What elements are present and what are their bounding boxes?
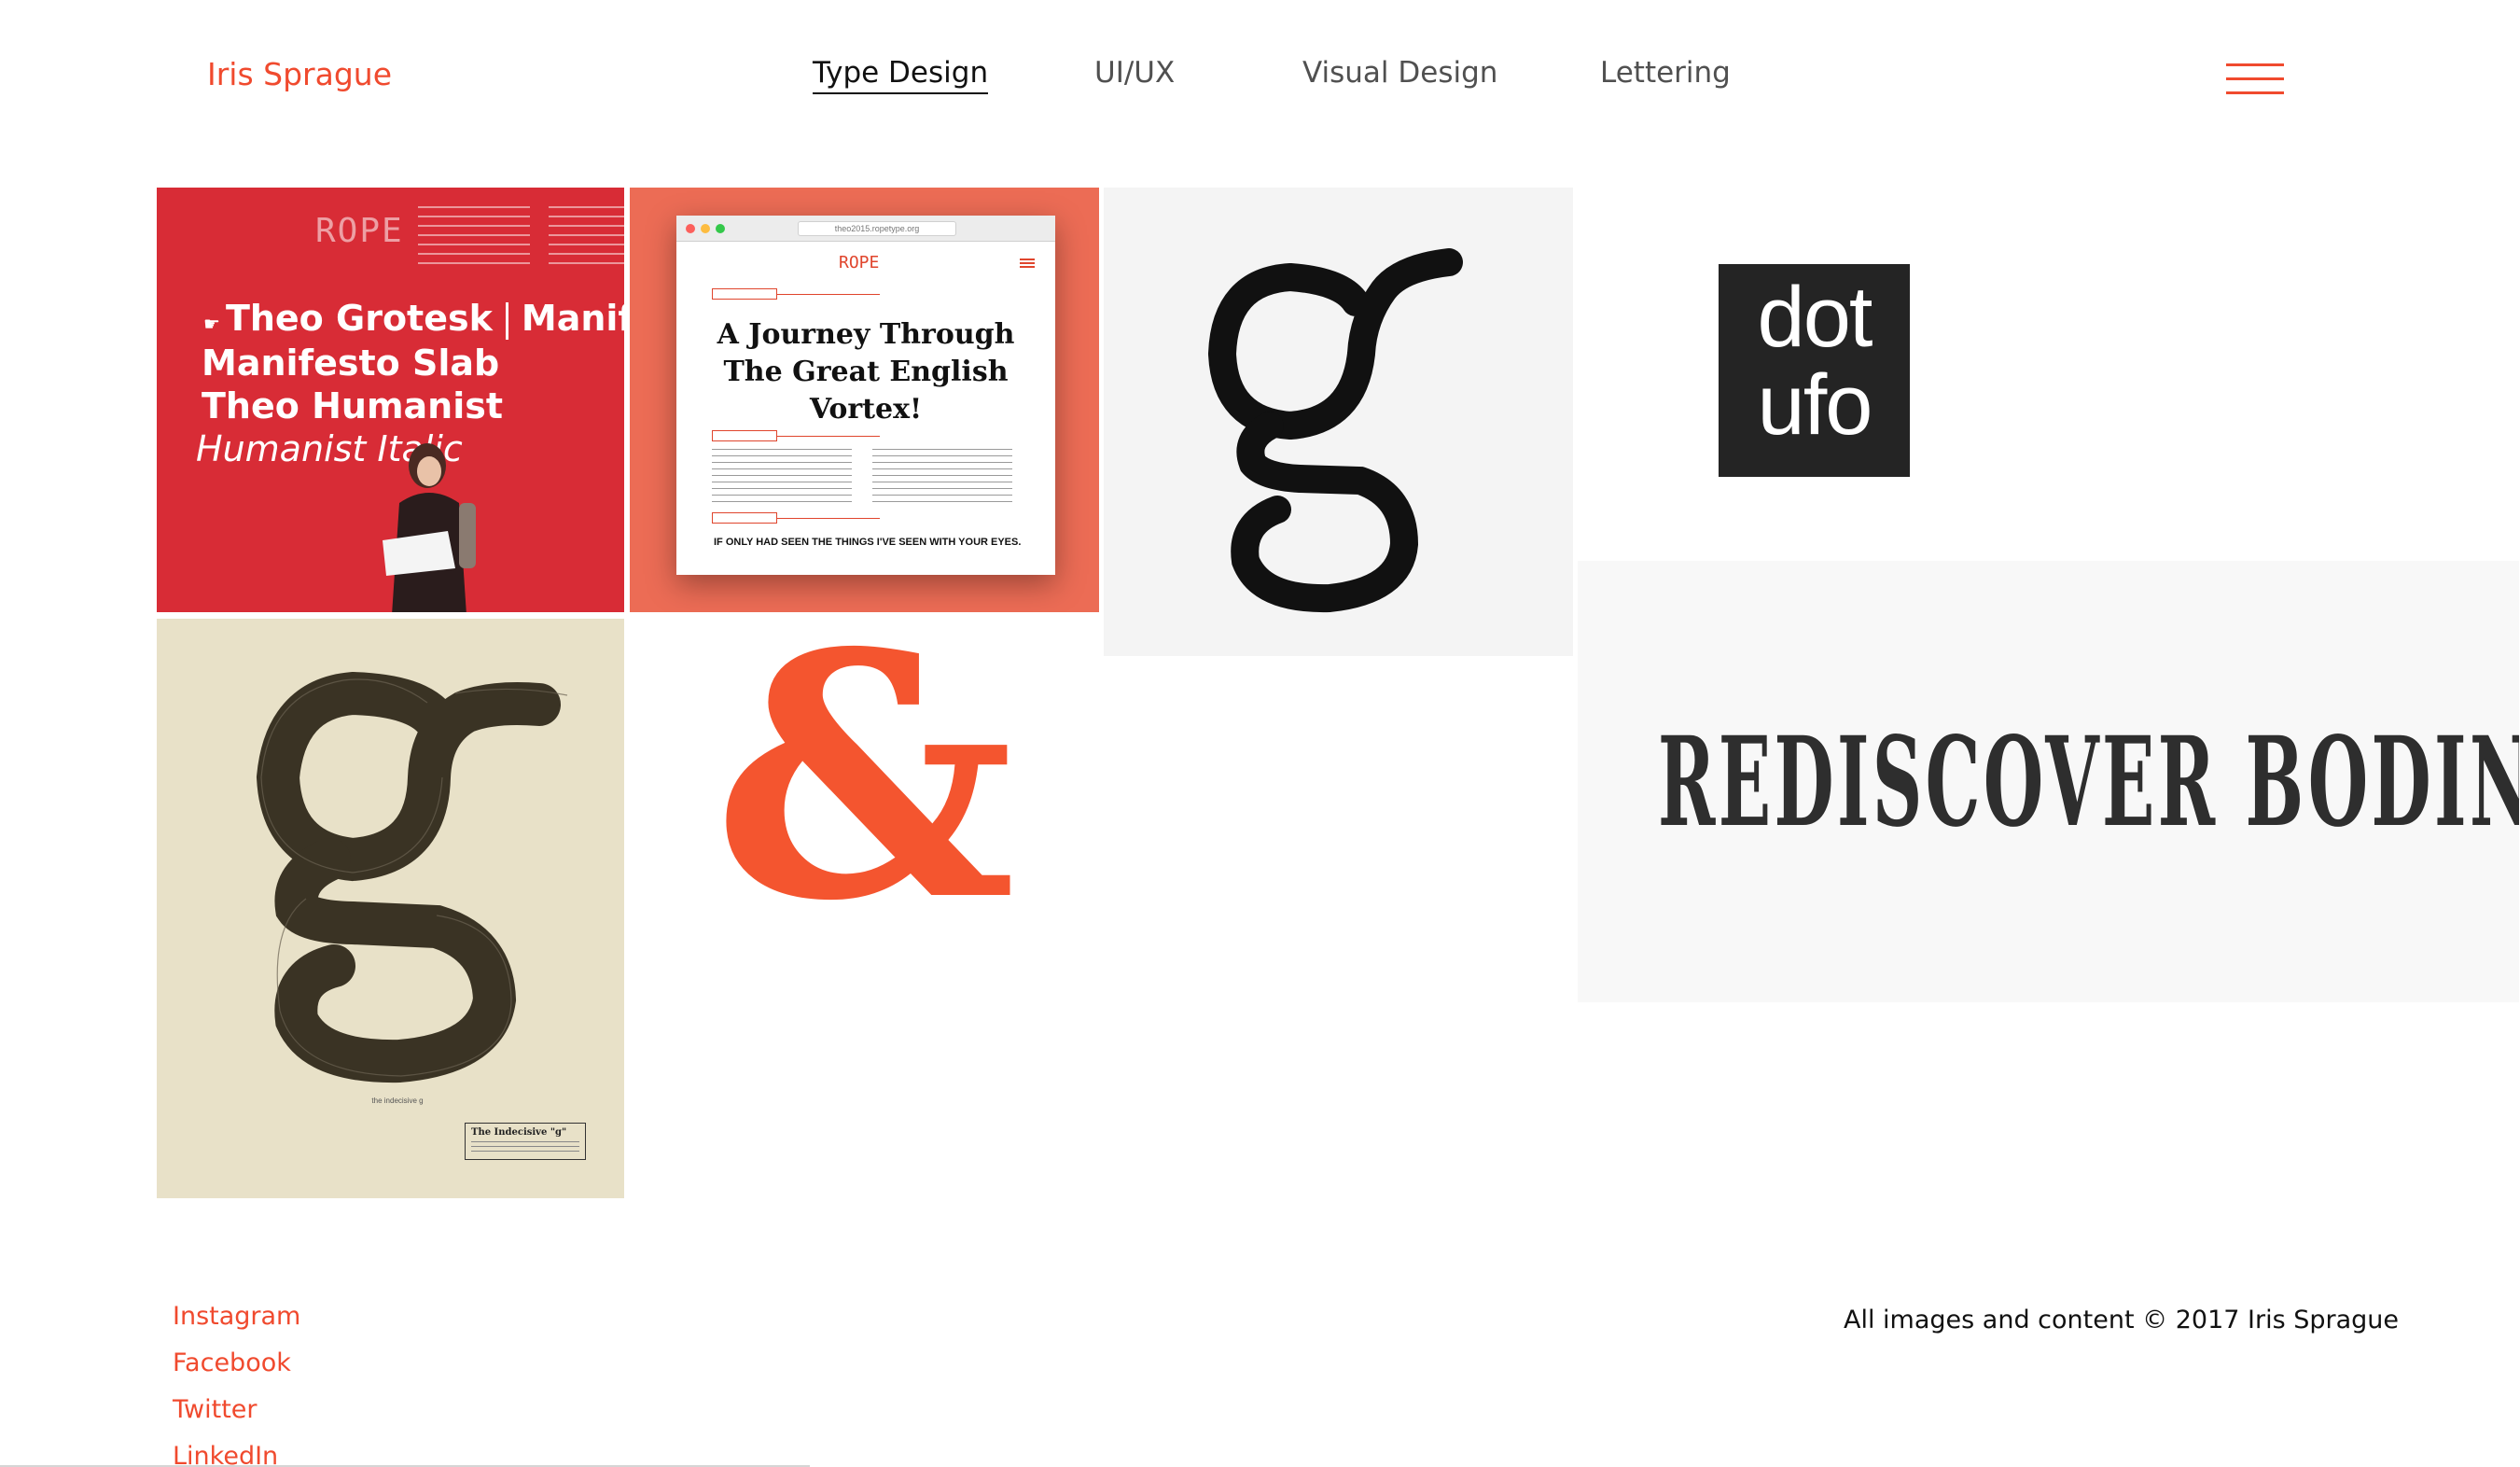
site-body-text bbox=[712, 449, 852, 507]
copyright-notice: All images and content © 2017 Iris Sprag… bbox=[1844, 1306, 2400, 1334]
rope-specimen-line: Manifesto Slab bbox=[202, 342, 500, 384]
specimen-text: Theo Grotesk bbox=[225, 298, 493, 339]
main-navigation: Type Design UI/UX Visual Design Letterin… bbox=[0, 56, 2520, 97]
project-tile-rope-exhibition[interactable]: ROPE ☛Theo Grotesk Manifesto Manifesto Sl… bbox=[157, 188, 624, 612]
minimize-dot-icon bbox=[701, 224, 710, 233]
facebook-link[interactable]: Facebook bbox=[173, 1348, 291, 1377]
browser-toolbar: theo2015.ropetype.org bbox=[676, 216, 1055, 242]
rope-specimen-line: ☛Theo Grotesk Manifesto bbox=[203, 298, 624, 340]
ampersand-glyph: & bbox=[712, 619, 1017, 974]
browser-mockup: theo2015.ropetype.org ROPE A Journey Thr… bbox=[676, 216, 1055, 575]
divider bbox=[505, 301, 508, 340]
headline-line: Vortex! bbox=[809, 393, 923, 426]
headline-line: A Journey Through bbox=[717, 318, 1015, 351]
site-tag bbox=[712, 512, 777, 524]
poster-box-text bbox=[471, 1141, 579, 1154]
site-logo: ROPE bbox=[839, 253, 880, 272]
site-rule bbox=[777, 436, 880, 437]
twitter-link[interactable]: Twitter bbox=[173, 1395, 258, 1424]
browser-address-bar: theo2015.ropetype.org bbox=[798, 221, 956, 236]
site-tag bbox=[712, 430, 777, 441]
project-tile-g-letterform[interactable] bbox=[1104, 188, 1573, 656]
project-tile-rediscover-bodini[interactable]: REDISCOVER BODINI bbox=[1578, 561, 2519, 1002]
nav-item-lettering[interactable]: Lettering bbox=[1600, 56, 1731, 90]
specimen-text: Manifesto bbox=[521, 298, 624, 339]
site-headline: A Journey Through The Great English Vort… bbox=[676, 316, 1055, 428]
logo-line: ufo bbox=[1757, 357, 1873, 453]
close-dot-icon bbox=[686, 224, 695, 233]
social-links: Instagram Facebook Twitter LinkedIn bbox=[173, 1302, 300, 1467]
menu-icon-bar bbox=[2226, 77, 2284, 80]
nav-item-visual-design[interactable]: Visual Design bbox=[1302, 56, 1497, 90]
project-tile-dotufo[interactable]: dot ufo bbox=[1578, 188, 2519, 558]
nav-item-type-design[interactable]: Type Design bbox=[813, 56, 989, 94]
headline-line: The Great English bbox=[723, 356, 1009, 388]
rope-wall-text bbox=[549, 206, 624, 272]
bodini-title: REDISCOVER BODINI bbox=[1658, 710, 2519, 855]
project-tile-rope-website[interactable]: theo2015.ropetype.org ROPE A Journey Thr… bbox=[630, 188, 1099, 612]
site-tag bbox=[712, 288, 777, 300]
hamburger-menu-icon[interactable] bbox=[2226, 63, 2284, 95]
menu-icon-bar bbox=[2226, 91, 2284, 94]
site-body-text bbox=[872, 449, 1012, 507]
social-item: Facebook bbox=[173, 1348, 300, 1395]
project-tile-ampersand[interactable]: & bbox=[630, 619, 1099, 978]
rope-wall-text bbox=[418, 206, 530, 272]
rope-logo: ROPE bbox=[315, 212, 404, 250]
menu-icon-bar bbox=[2226, 63, 2284, 66]
poster-g-artwork bbox=[256, 671, 568, 1083]
site-menu-icon bbox=[1020, 258, 1035, 268]
poster-box-title: The Indecisive "g" bbox=[471, 1127, 567, 1138]
rope-specimen-line: Theo Humanist bbox=[202, 385, 504, 426]
project-tile-indecisive-g-poster[interactable]: the indecisive g The Indecisive "g" bbox=[157, 619, 624, 1198]
social-item: Twitter bbox=[173, 1395, 300, 1442]
pointer-hand-icon: ☛ bbox=[203, 313, 220, 335]
social-item: LinkedIn bbox=[173, 1442, 300, 1467]
nav-item-ui-ux[interactable]: UI/UX bbox=[1094, 56, 1175, 90]
site-caption: IF ONLY HAD SEEN THE THINGS I'VE SEEN WI… bbox=[714, 537, 1022, 548]
site-rule bbox=[777, 294, 880, 295]
instagram-link[interactable]: Instagram bbox=[173, 1302, 300, 1331]
visitor-figure bbox=[383, 443, 476, 612]
dotufo-logo: dot ufo bbox=[1719, 264, 1910, 477]
poster-caption: the indecisive g bbox=[371, 1097, 424, 1105]
zoom-dot-icon bbox=[716, 224, 725, 233]
logo-line: dot bbox=[1757, 270, 1873, 365]
site-rule bbox=[777, 518, 880, 519]
social-item: Instagram bbox=[173, 1302, 300, 1348]
g-glyph-icon bbox=[1207, 248, 1463, 613]
linkedin-link[interactable]: LinkedIn bbox=[173, 1442, 278, 1467]
poster-info-box: The Indecisive "g" bbox=[465, 1123, 586, 1160]
